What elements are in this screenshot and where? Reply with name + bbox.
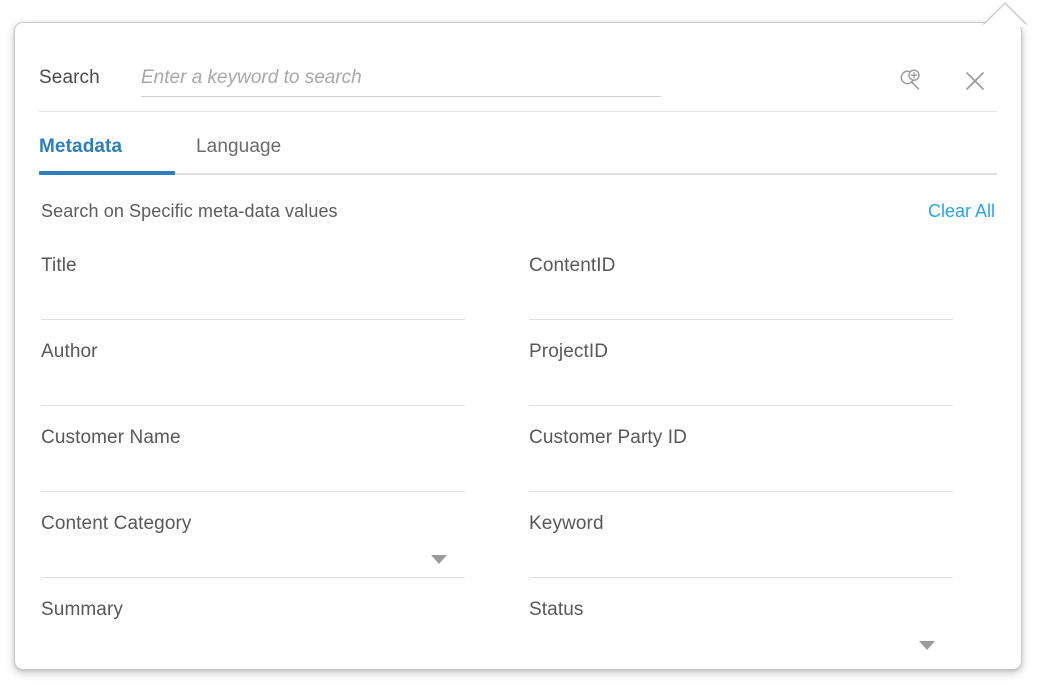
field-title: Title (41, 255, 465, 341)
search-row: Search (39, 59, 997, 103)
field-project-id: ProjectID (529, 341, 953, 427)
field-underline (529, 491, 953, 492)
field-keyword: Keyword (529, 513, 953, 599)
clear-all-link[interactable]: Clear All (928, 201, 995, 222)
field-label: Keyword (529, 513, 604, 534)
project-id-input[interactable] (529, 367, 953, 399)
field-underline (529, 319, 953, 320)
chevron-down-icon[interactable] (431, 555, 447, 564)
search-input-underline (141, 96, 661, 97)
field-underline (41, 319, 465, 320)
field-label: Customer Party ID (529, 427, 687, 448)
tab-baseline (39, 173, 997, 175)
close-icon[interactable] (957, 63, 993, 99)
section-header: Search on Specific meta-data values Clea… (39, 201, 997, 229)
field-label: ContentID (529, 255, 616, 276)
field-underline (41, 405, 465, 406)
title-input[interactable] (41, 281, 465, 313)
field-label: Author (41, 341, 98, 362)
author-input[interactable] (41, 367, 465, 399)
field-summary: Summary (41, 599, 465, 669)
field-customer-name: Customer Name (41, 427, 465, 513)
tab-active-indicator (39, 171, 175, 175)
chevron-down-icon[interactable] (919, 641, 935, 650)
tab-metadata[interactable]: Metadata (39, 127, 122, 167)
keyword-input[interactable] (529, 539, 953, 571)
search-label: Search (39, 67, 100, 88)
content-category-select[interactable] (41, 539, 465, 571)
tab-language[interactable]: Language (196, 127, 281, 167)
search-input[interactable] (141, 61, 661, 95)
search-panel: Search Enter a keyword to search Metadat… (14, 22, 1022, 670)
customer-name-input[interactable] (41, 453, 465, 485)
customer-party-id-input[interactable] (529, 453, 953, 485)
field-author: Author (41, 341, 465, 427)
metadata-form: Title Author Customer Name Content Categ… (39, 255, 997, 669)
field-label: Summary (41, 599, 123, 620)
tab-bar: Metadata Language (39, 127, 997, 179)
field-underline (41, 577, 465, 578)
search-popover-screen: Search Enter a keyword to search Metadat… (0, 0, 1037, 693)
field-underline (41, 491, 465, 492)
field-label: Title (41, 255, 77, 276)
summary-input[interactable] (41, 625, 465, 657)
section-title: Search on Specific meta-data values (41, 201, 338, 221)
field-label: Customer Name (41, 427, 181, 448)
search-input-wrap (141, 59, 661, 103)
field-content-id: ContentID (529, 255, 953, 341)
field-label: ProjectID (529, 341, 609, 362)
advanced-search-icon[interactable] (893, 63, 929, 99)
field-label: Status (529, 599, 584, 620)
header-divider (39, 111, 997, 112)
field-underline (529, 577, 953, 578)
field-underline (529, 405, 953, 406)
field-label: Content Category (41, 513, 192, 534)
field-customer-party-id: Customer Party ID (529, 427, 953, 513)
field-content-category: Content Category (41, 513, 465, 599)
content-id-input[interactable] (529, 281, 953, 313)
field-status: Status (529, 599, 953, 669)
status-select[interactable] (529, 625, 953, 657)
